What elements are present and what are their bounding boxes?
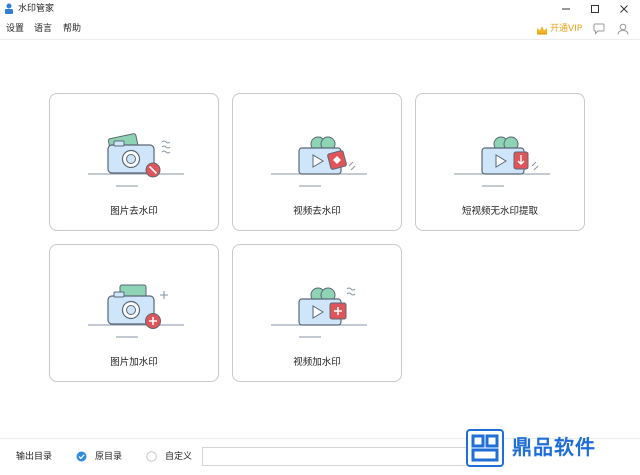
short-video-extract-icon [454,136,550,187]
window-title: 水印管家 [18,4,55,14]
card-video-remove-watermark[interactable]: 视频去水印 [232,93,402,231]
menu-bar: 设置 语言 帮助 开通VIP [0,18,640,40]
card-label: 图片加水印 [110,357,158,368]
output-dir-label: 输出目录 [16,452,53,462]
card-label: 图片去水印 [110,206,158,217]
card-video-add-watermark[interactable]: 视频加水印 [232,244,402,382]
image-add-watermark-icon [88,284,184,338]
minimize-button[interactable] [552,0,580,18]
card-label: 视频去水印 [293,206,341,217]
card-image-add-watermark[interactable]: 图片加水印 [49,244,219,382]
video-remove-watermark-icon [271,136,367,187]
user-icon[interactable] [616,22,630,36]
crown-icon [537,25,547,34]
maximize-button[interactable] [581,0,609,18]
chat-icon[interactable] [592,22,606,36]
close-icon [620,5,628,13]
card-label: 短视频无水印提取 [461,206,538,217]
maximize-icon [591,5,599,13]
minimize-icon [562,8,570,10]
radio-custom-dir[interactable] [146,451,157,462]
app-logo-icon [5,3,13,14]
video-add-watermark-icon [271,287,367,338]
card-label: 视频加水印 [293,357,341,368]
card-image-remove-watermark[interactable]: 图片去水印 [49,93,219,231]
brand-logo-icon [466,429,504,467]
title-bar: 水印管家 [0,0,640,18]
vip-button[interactable]: 开通VIP [536,24,582,35]
radio-original-dir[interactable] [76,451,87,462]
card-short-video-extract[interactable]: 短视频无水印提取 [415,93,585,231]
close-button[interactable] [610,0,638,18]
menu-settings[interactable]: 设置 [6,24,24,35]
brand-watermark-text: 鼎品软件 [512,435,596,459]
option-original-label[interactable]: 原目录 [95,452,122,463]
menu-language[interactable]: 语言 [34,24,52,35]
custom-path-input[interactable] [202,447,502,466]
image-remove-watermark-icon [88,133,184,187]
menu-help[interactable]: 帮助 [63,24,81,35]
option-custom-label[interactable]: 自定义 [165,452,192,463]
vip-label: 开通VIP [550,24,583,34]
